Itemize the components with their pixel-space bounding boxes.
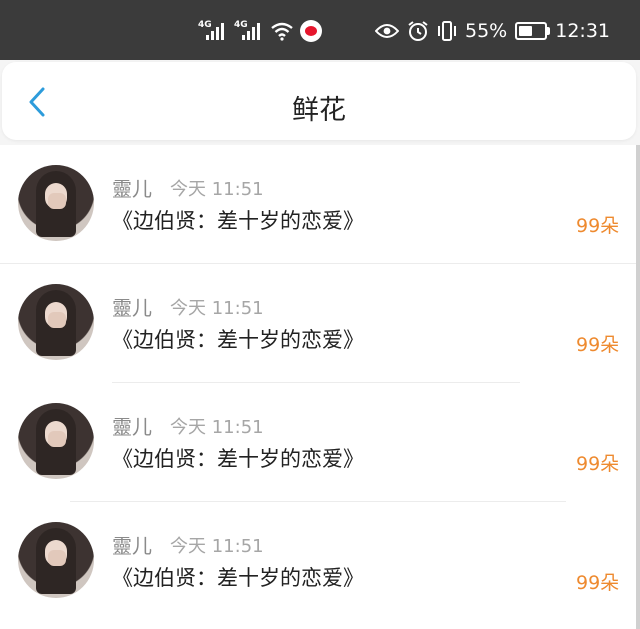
avatar[interactable] — [18, 165, 94, 241]
list-item[interactable]: 靈儿 今天 11:51 《边伯贤：差十岁的恋爱》 99朵 — [0, 145, 634, 264]
book-title: 《边伯贤：差十岁的恋爱》 — [112, 566, 364, 590]
list-item[interactable]: 靈儿 今天 11:51 《边伯贤：差十岁的恋爱》 99朵 — [0, 383, 634, 502]
signal-icon: 4G — [198, 20, 228, 42]
user-name: 靈儿 — [112, 415, 152, 439]
alarm-icon — [408, 21, 428, 41]
network-type-label: 4G — [234, 20, 248, 30]
status-bar-right: 55% 12:31 — [375, 18, 610, 44]
user-name: 靈儿 — [112, 534, 152, 558]
flower-count: 99朵 — [576, 215, 620, 237]
status-bar-left: 4G 4G — [198, 18, 322, 44]
status-bar: 4G 4G 55% 12:31 — [0, 0, 640, 60]
eye-icon — [375, 24, 399, 38]
flower-count: 99朵 — [576, 334, 620, 356]
nav-header: 鲜花 — [2, 62, 636, 140]
book-title: 《边伯贤：差十岁的恋爱》 — [112, 447, 364, 471]
user-name: 靈儿 — [112, 177, 152, 201]
weibo-icon — [300, 20, 322, 42]
user-name: 靈儿 — [112, 296, 152, 320]
clock: 12:31 — [555, 20, 610, 42]
book-title: 《边伯贤：差十岁的恋爱》 — [112, 209, 364, 233]
timestamp: 今天 11:51 — [170, 179, 264, 200]
book-title: 《边伯贤：差十岁的恋爱》 — [112, 328, 364, 352]
flower-record-list[interactable]: 靈儿 今天 11:51 《边伯贤：差十岁的恋爱》 99朵 靈儿 今天 11:51… — [0, 145, 640, 629]
list-item[interactable]: 靈儿 今天 11:51 《边伯贤：差十岁的恋爱》 99朵 — [0, 264, 634, 383]
flower-count: 99朵 — [576, 572, 620, 594]
vibrate-icon — [438, 21, 456, 41]
timestamp: 今天 11:51 — [170, 417, 264, 438]
signal-icon: 4G — [234, 20, 264, 42]
timestamp: 今天 11:51 — [170, 536, 264, 557]
page-title: 鲜花 — [292, 95, 346, 126]
timestamp: 今天 11:51 — [170, 298, 264, 319]
battery-icon — [515, 22, 551, 40]
battery-percent: 55% — [465, 20, 508, 42]
avatar[interactable] — [18, 522, 94, 598]
network-type-label: 4G — [198, 20, 212, 30]
avatar[interactable] — [18, 284, 94, 360]
battery-fill — [519, 26, 533, 36]
list-item[interactable]: 靈儿 今天 11:51 《边伯贤：差十岁的恋爱》 99朵 — [0, 502, 634, 621]
scrollbar[interactable] — [636, 145, 640, 629]
wifi-icon — [271, 22, 293, 41]
avatar[interactable] — [18, 403, 94, 479]
flower-count: 99朵 — [576, 453, 620, 475]
